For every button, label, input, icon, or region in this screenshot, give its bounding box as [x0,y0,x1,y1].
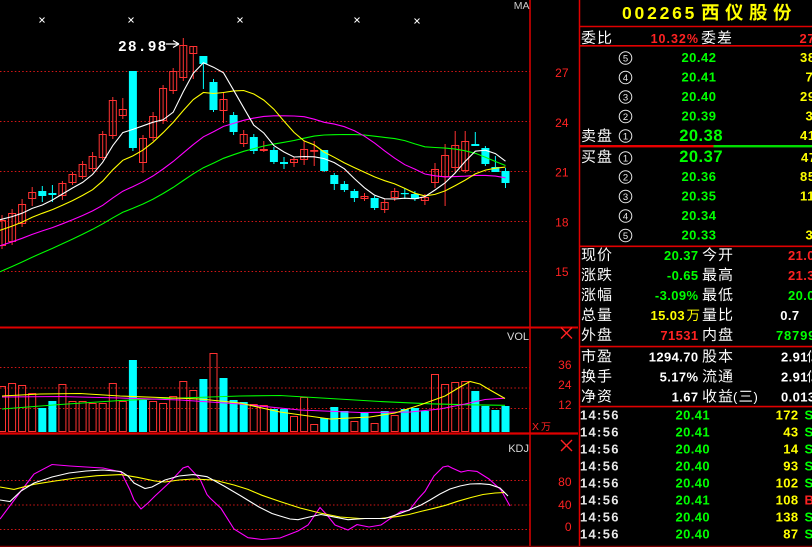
svg-text:21: 21 [555,166,569,180]
svg-text:5: 5 [623,231,628,242]
svg-text:31: 31 [806,109,812,124]
svg-text:S: S [805,510,812,525]
svg-text:24: 24 [555,116,569,130]
svg-text:28.98: 28.98 [118,40,168,56]
svg-text:80: 80 [558,475,572,489]
svg-text:14:56: 14:56 [580,476,620,491]
svg-text:20.41: 20.41 [675,425,710,440]
svg-text:14:56: 14:56 [580,408,620,423]
svg-text:20.40: 20.40 [681,89,716,104]
svg-text:24: 24 [558,378,572,392]
svg-text:1294.70: 1294.70 [649,350,699,365]
svg-text:20.40: 20.40 [675,459,710,474]
svg-text:471: 471 [801,150,812,165]
svg-text:14:56: 14:56 [580,527,620,542]
svg-text:93: 93 [783,459,798,474]
svg-text:14:56: 14:56 [580,442,620,457]
svg-text:15.03: 15.03 [650,308,685,323]
svg-text:20.40: 20.40 [675,476,710,491]
svg-text:418: 418 [800,128,812,143]
svg-text:S: S [805,408,812,423]
svg-text:20.34: 20.34 [681,208,716,223]
svg-text:108: 108 [776,493,799,508]
svg-text:78799: 78799 [776,328,812,343]
svg-text:36: 36 [558,358,572,372]
svg-text:21.02: 21.02 [788,248,812,263]
svg-text:10.32%: 10.32% [651,32,699,46]
svg-text:2: 2 [623,112,628,123]
svg-text:383: 383 [800,50,812,65]
svg-text:-3.09%: -3.09% [655,288,699,303]
svg-text:1: 1 [623,153,628,164]
svg-text:112: 112 [800,189,812,204]
svg-text:138: 138 [776,510,799,525]
svg-text:20.37: 20.37 [679,148,723,166]
svg-text:1.67: 1.67 [672,390,699,405]
svg-text:20.40: 20.40 [675,442,710,457]
svg-text:5: 5 [623,53,628,64]
svg-text:20.40: 20.40 [675,527,710,542]
svg-text:2.91: 2.91 [781,370,808,385]
svg-text:43: 43 [783,425,798,440]
svg-text:73: 73 [806,70,812,85]
svg-text:20.35: 20.35 [681,189,716,204]
svg-text:20.42: 20.42 [681,50,716,65]
svg-text:20.37: 20.37 [664,248,699,263]
svg-text:4: 4 [623,211,628,222]
svg-text:15: 15 [555,265,569,279]
svg-text:-0.65: -0.65 [667,268,699,283]
svg-text:5.17%: 5.17% [660,370,699,385]
svg-text:S: S [805,442,812,457]
svg-text:4: 4 [623,73,628,84]
svg-text:0.013: 0.013 [781,390,812,405]
svg-text:S: S [805,425,812,440]
svg-text:3: 3 [623,192,628,203]
svg-text:87: 87 [783,527,798,542]
svg-text:14: 14 [783,442,799,457]
svg-text:20.41: 20.41 [675,493,710,508]
svg-text:X: X [532,421,539,433]
svg-text:12: 12 [558,398,572,412]
svg-text:20.33: 20.33 [681,228,716,243]
svg-text:002265: 002265 [622,3,697,23]
svg-text:): ) [754,390,758,405]
svg-text:102: 102 [776,476,799,491]
svg-text:40: 40 [558,498,572,512]
svg-text:MA: MA [514,0,530,12]
svg-text:14:56: 14:56 [580,493,620,508]
svg-text:2.91: 2.91 [781,350,808,365]
svg-text:1: 1 [623,131,628,142]
svg-text:20.41: 20.41 [681,70,716,85]
svg-text:0.7: 0.7 [780,308,799,323]
svg-text:20.38: 20.38 [679,127,723,145]
svg-text:14:56: 14:56 [580,510,620,525]
svg-text:853: 853 [800,169,812,184]
svg-text:20.41: 20.41 [675,408,710,423]
svg-text:31: 31 [806,228,812,243]
svg-text:20.36: 20.36 [681,169,716,184]
svg-text:27: 27 [555,66,569,80]
svg-text:20.39: 20.39 [681,109,716,124]
svg-text:71531: 71531 [660,328,698,343]
svg-text:3: 3 [623,92,628,103]
svg-text:20.40: 20.40 [675,510,710,525]
svg-text:273: 273 [800,31,812,46]
svg-text:291: 291 [800,89,812,104]
svg-text:14:56: 14:56 [580,425,620,440]
svg-text:B: B [805,493,812,508]
svg-text:14:56: 14:56 [580,459,620,474]
svg-text:172: 172 [776,408,799,423]
svg-text:18: 18 [555,216,569,230]
svg-text:20.05: 20.05 [788,288,812,303]
svg-text:S: S [805,476,812,491]
svg-text:VOL: VOL [507,331,529,343]
svg-text:0: 0 [565,520,572,534]
svg-text:2: 2 [623,172,628,183]
svg-text:21.38: 21.38 [788,268,812,283]
svg-text:(: ( [733,390,738,405]
svg-text:S: S [805,527,812,542]
svg-text:S: S [805,459,812,474]
svg-text:KDJ: KDJ [508,443,529,455]
